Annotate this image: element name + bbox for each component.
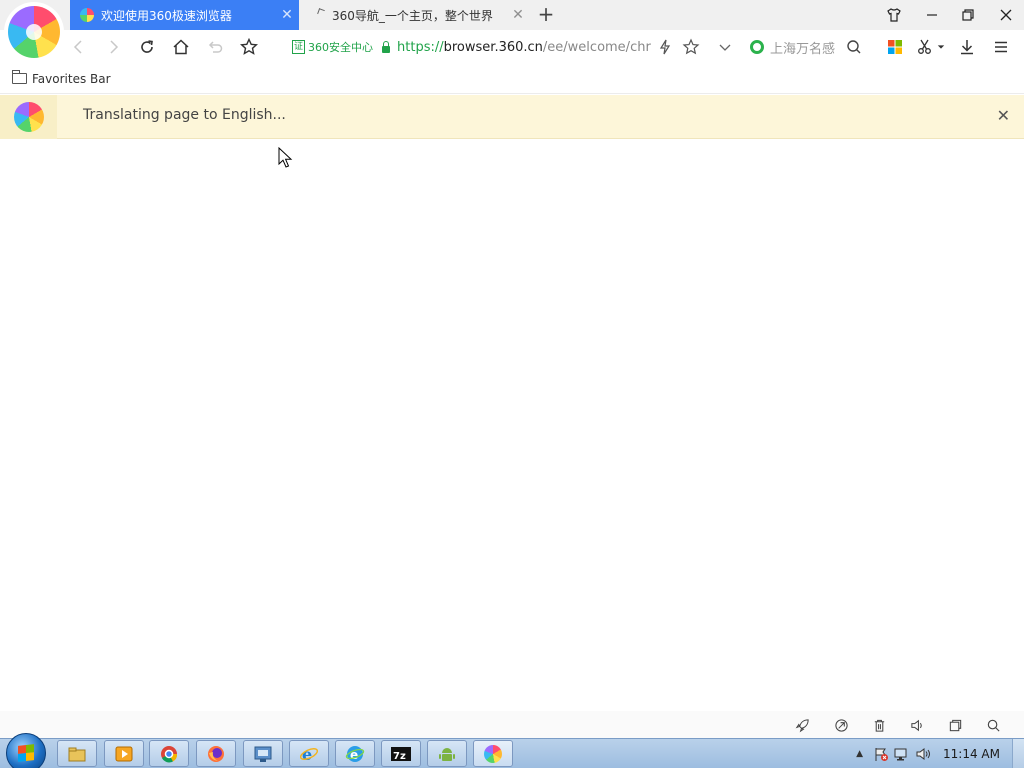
window-icon[interactable] xyxy=(947,717,963,733)
url-host: browser.360.cn xyxy=(443,39,543,55)
download-icon[interactable] xyxy=(954,34,980,60)
ie-icon: e xyxy=(299,745,319,764)
start-button[interactable] xyxy=(6,733,46,768)
360-safe-browser-icon: e xyxy=(345,745,365,762)
folder-icon xyxy=(12,70,27,84)
folder-icon xyxy=(68,747,86,761)
translate-infobar: Translating page to English... ✕ xyxy=(0,95,1024,139)
rocket-icon[interactable] xyxy=(794,717,810,733)
favorites-bar-label[interactable]: Favorites Bar xyxy=(32,72,111,86)
home-button[interactable] xyxy=(168,34,194,60)
tab-360-nav[interactable]: 360导航_一个主页，整个世界 ✕ xyxy=(300,0,530,30)
certificate-badge[interactable]: 证 360安全中心 xyxy=(292,39,373,55)
tab-close-icon[interactable]: ✕ xyxy=(506,7,530,23)
screenshot-dropdown-icon[interactable] xyxy=(934,34,948,60)
lock-icon xyxy=(381,41,391,53)
translate-message: Translating page to English... xyxy=(83,107,286,123)
page-favicon-icon xyxy=(317,8,325,16)
minimize-button[interactable] xyxy=(914,0,950,30)
certificate-icon: 证 xyxy=(292,40,306,54)
bookmark-star-icon[interactable] xyxy=(678,34,704,60)
7zip-icon: 7z xyxy=(391,746,411,762)
media-player-icon xyxy=(115,746,133,761)
skin-shirt-icon[interactable] xyxy=(876,0,912,30)
navigation-toolbar: 证 360安全中心 https:// browser.360.cn /ee/we… xyxy=(0,30,1024,64)
address-dropdown-icon[interactable] xyxy=(712,34,738,60)
undo-close-tab-button[interactable] xyxy=(202,34,228,60)
network-app-icon xyxy=(254,746,272,762)
taskbar-media-player[interactable] xyxy=(104,740,144,767)
action-center-flag-icon[interactable] xyxy=(873,746,889,762)
taskbar-firefox[interactable] xyxy=(196,740,236,767)
mouse-cursor-icon xyxy=(278,147,293,168)
system-tray: ▲ 11:14 AM xyxy=(856,739,1024,768)
taskbar-network-app[interactable] xyxy=(243,740,283,767)
taskbar-360-chrome[interactable] xyxy=(473,740,513,767)
tab-close-icon[interactable]: ✕ xyxy=(275,7,299,23)
favorite-star-button[interactable] xyxy=(236,34,262,60)
chrome-icon xyxy=(161,745,178,762)
search-icon[interactable] xyxy=(841,34,867,60)
zoom-search-icon[interactable] xyxy=(985,717,1001,733)
certificate-label: 360安全中心 xyxy=(308,41,374,54)
show-hidden-icons-icon[interactable]: ▲ xyxy=(856,749,863,759)
taskbar-clock[interactable]: 11:14 AM xyxy=(943,747,1000,761)
browser-logo-icon[interactable] xyxy=(8,6,60,58)
taskbar-android-app[interactable] xyxy=(427,740,467,767)
tab-label: 欢迎使用360极速浏览器 xyxy=(101,8,232,23)
svg-text:e: e xyxy=(302,745,312,764)
taskbar-explorer[interactable] xyxy=(57,740,97,767)
search-engine-icon xyxy=(750,40,764,54)
volume-icon[interactable] xyxy=(915,746,933,762)
reload-button[interactable] xyxy=(134,34,160,60)
search-text: 上海万名感 xyxy=(770,41,836,57)
browser-favicon-icon xyxy=(80,8,94,22)
speed-mode-icon[interactable] xyxy=(652,34,678,60)
forward-button[interactable] xyxy=(100,34,126,60)
url-scheme: https:// xyxy=(397,39,444,55)
menu-icon[interactable] xyxy=(988,34,1014,60)
url-path: /ee/welcome/chr xyxy=(542,39,651,55)
page-content xyxy=(0,139,1024,711)
restore-button[interactable] xyxy=(950,0,986,30)
browser-logo-icon xyxy=(0,95,57,139)
new-tab-button[interactable]: + xyxy=(534,2,558,26)
speaker-icon[interactable] xyxy=(909,717,925,733)
android-icon xyxy=(439,747,455,761)
tab-welcome[interactable]: 欢迎使用360极速浏览器 ✕ xyxy=(70,0,299,30)
accelerate-icon[interactable] xyxy=(833,717,849,733)
browser-status-bar xyxy=(0,711,1024,738)
back-button[interactable] xyxy=(66,34,92,60)
apps-icon[interactable] xyxy=(882,34,908,60)
close-window-button[interactable] xyxy=(988,0,1024,30)
title-bar: 欢迎使用360极速浏览器 ✕ 360导航_一个主页，整个世界 ✕ + xyxy=(0,0,1024,30)
browser-window: 欢迎使用360极速浏览器 ✕ 360导航_一个主页，整个世界 ✕ + 证 360… xyxy=(0,0,1024,768)
taskbar-360se[interactable]: e xyxy=(335,740,375,767)
infobar-close-icon[interactable]: ✕ xyxy=(997,106,1010,125)
svg-text:7z: 7z xyxy=(393,751,406,762)
tab-label: 360导航_一个主页，整个世界 xyxy=(332,8,493,23)
clear-trash-icon[interactable] xyxy=(871,717,887,733)
360-chrome-icon xyxy=(484,744,502,763)
taskbar-chrome[interactable] xyxy=(149,740,189,767)
network-icon[interactable] xyxy=(893,746,911,762)
firefox-icon xyxy=(208,745,224,762)
windows-taskbar: e e 7z ▲ 11:14 AM xyxy=(0,733,1024,768)
favorites-bar: Favorites Bar xyxy=(0,64,1024,94)
taskbar-7zip[interactable]: 7z xyxy=(381,740,421,767)
taskbar-ie[interactable]: e xyxy=(289,740,329,767)
show-desktop-button[interactable] xyxy=(1012,739,1024,768)
